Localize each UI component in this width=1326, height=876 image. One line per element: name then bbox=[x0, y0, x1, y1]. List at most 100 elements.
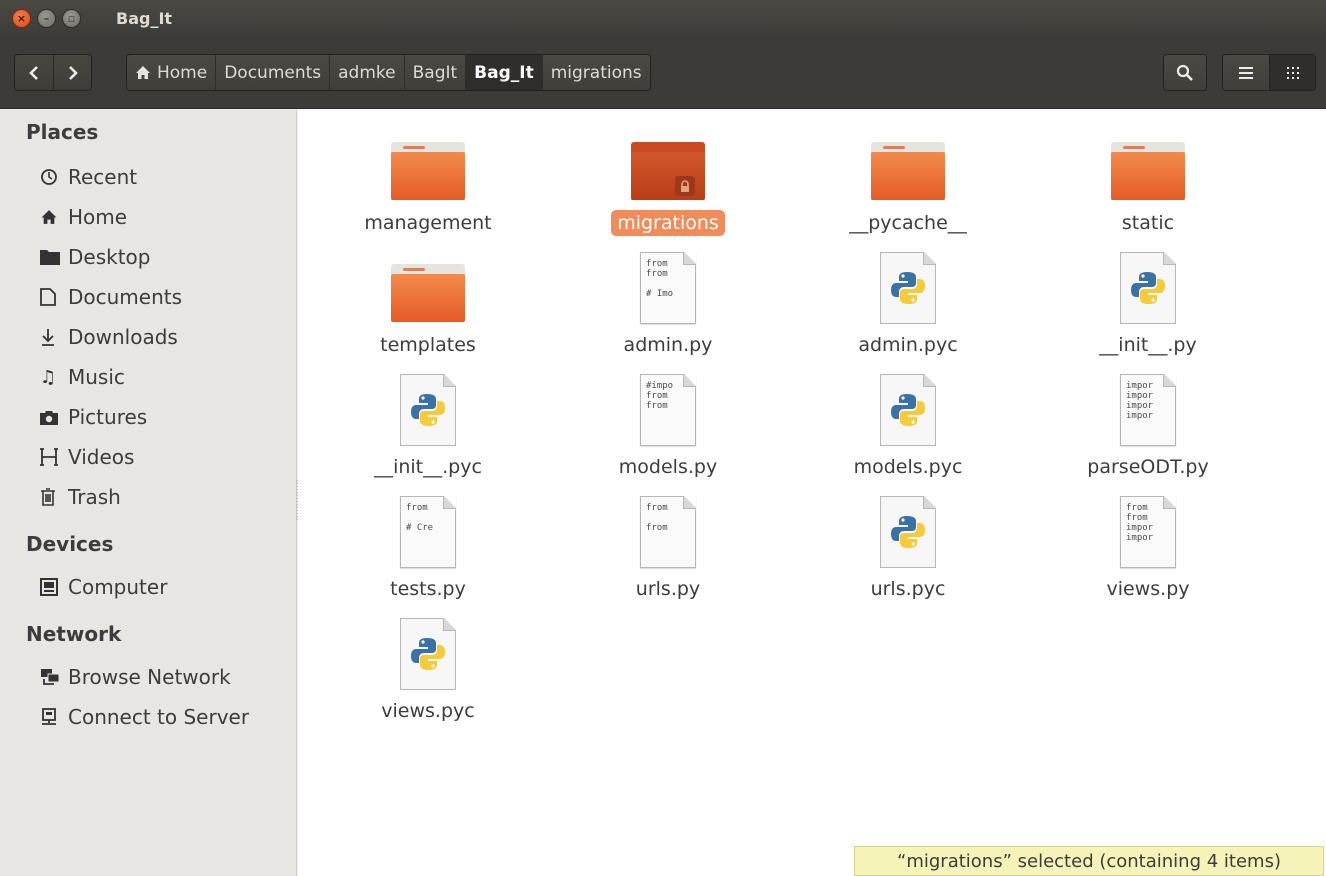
minimize-window-button[interactable]: – bbox=[37, 9, 56, 28]
text-preview: from # Cre bbox=[406, 503, 434, 533]
sidebar-item-label: Videos bbox=[68, 445, 135, 469]
file-name: urls.py bbox=[635, 578, 701, 600]
chevron-left-icon bbox=[29, 65, 38, 80]
sidebar-item-label: Documents bbox=[68, 285, 183, 309]
text-preview: from from # Imo bbox=[646, 259, 674, 299]
file-item-static[interactable]: static bbox=[1068, 122, 1228, 236]
sidebar-item-browse-network[interactable]: Browse Network bbox=[40, 662, 231, 692]
sidebar-item-connect-to-server[interactable]: Connect to Server bbox=[40, 702, 249, 732]
network-heading: Network bbox=[26, 622, 122, 646]
sidebar-item-label: Desktop bbox=[68, 245, 151, 269]
camera-icon bbox=[40, 410, 68, 425]
maximize-icon: ▫ bbox=[67, 12, 76, 25]
breadcrumb-label: BagIt bbox=[412, 62, 458, 83]
python-icon bbox=[1120, 252, 1176, 324]
sidebar-item-label: Computer bbox=[68, 575, 168, 599]
document-icon bbox=[40, 288, 68, 306]
file-item-parseodt-py[interactable]: impor impor impor impor parseODT.py bbox=[1068, 366, 1228, 480]
sidebar-item-label: Home bbox=[68, 205, 128, 229]
sidebar-item-downloads[interactable]: Downloads bbox=[40, 322, 178, 352]
breadcrumb-bagit[interactable]: BagIt bbox=[403, 55, 466, 90]
breadcrumb-label: admke bbox=[338, 62, 396, 83]
sidebar-item-desktop[interactable]: Desktop bbox=[40, 242, 150, 272]
breadcrumb-bag-it[interactable]: Bag_It bbox=[465, 55, 542, 90]
sidebar-item-label: Browse Network bbox=[68, 665, 231, 689]
file-item-templates[interactable]: templates bbox=[348, 244, 508, 358]
text-file-icon: from # Cre bbox=[400, 496, 456, 568]
file-item-models-py[interactable]: #impo from from models.py bbox=[588, 366, 748, 480]
computer-icon bbox=[40, 578, 68, 596]
breadcrumb-documents[interactable]: Documents bbox=[215, 55, 329, 90]
file-item-views-py[interactable]: from from impor impor views.py bbox=[1068, 488, 1228, 602]
close-window-button[interactable]: × bbox=[12, 9, 31, 28]
sidebar-item-computer[interactable]: Computer bbox=[40, 572, 167, 602]
list-view-button[interactable] bbox=[1223, 55, 1269, 90]
maximize-window-button[interactable]: ▫ bbox=[62, 9, 81, 28]
list-view-icon bbox=[1239, 66, 1253, 79]
file-name: admin.pyc bbox=[858, 334, 958, 356]
text-file-icon: from from impor impor bbox=[1120, 496, 1176, 568]
file-item-views-pyc[interactable]: views.pyc bbox=[348, 610, 508, 724]
search-button[interactable] bbox=[1163, 54, 1207, 91]
music-icon: ♫ bbox=[40, 366, 57, 388]
python-icon bbox=[400, 618, 456, 690]
text-preview: from from bbox=[646, 503, 668, 533]
sidebar-item-label: Downloads bbox=[68, 325, 178, 349]
sidebar-item-label: Trash bbox=[68, 485, 121, 509]
back-button[interactable] bbox=[15, 55, 53, 90]
file-item-pycache[interactable]: __pycache__ bbox=[828, 122, 988, 236]
breadcrumb-label: Documents bbox=[224, 62, 322, 83]
sidebar-item-trash[interactable]: Trash bbox=[40, 482, 121, 512]
text-preview: impor impor impor impor bbox=[1126, 381, 1154, 421]
file-name: management bbox=[364, 212, 492, 234]
file-item-init-py[interactable]: __init__.py bbox=[1068, 244, 1228, 358]
file-item-init-pyc[interactable]: __init__.pyc bbox=[348, 366, 508, 480]
home-icon bbox=[136, 66, 150, 79]
breadcrumb-home[interactable]: Home bbox=[127, 55, 215, 90]
folder-icon bbox=[391, 264, 465, 322]
sidebar-item-pictures[interactable]: Pictures bbox=[40, 402, 147, 432]
file-item-urls-pyc[interactable]: urls.pyc bbox=[828, 488, 988, 602]
server-icon bbox=[40, 708, 68, 726]
breadcrumb-admke[interactable]: admke bbox=[329, 55, 403, 90]
network-icon bbox=[40, 668, 68, 686]
sidebar-item-music[interactable]: ♫ Music bbox=[40, 362, 125, 392]
sidebar-item-recent[interactable]: Recent bbox=[40, 162, 137, 192]
file-name: __init__.pyc bbox=[374, 456, 482, 478]
devices-heading: Devices bbox=[26, 532, 114, 556]
navigation-buttons bbox=[14, 54, 92, 91]
text-preview: #impo from from bbox=[646, 381, 674, 411]
window-title: Bag_It bbox=[116, 9, 173, 28]
sidebar-item-videos[interactable]: Videos bbox=[40, 442, 134, 472]
file-name: migrations bbox=[611, 210, 725, 236]
places-heading: Places bbox=[26, 120, 99, 144]
file-item-tests-py[interactable]: from # Cre tests.py bbox=[348, 488, 508, 602]
grid-view-button[interactable] bbox=[1269, 55, 1315, 90]
file-item-urls-py[interactable]: from from urls.py bbox=[588, 488, 748, 602]
text-file-icon: from from bbox=[640, 496, 696, 568]
python-icon bbox=[880, 252, 936, 324]
trash-icon bbox=[40, 488, 68, 506]
chevron-right-icon bbox=[68, 65, 78, 80]
file-name: views.pyc bbox=[381, 700, 475, 722]
file-item-migrations[interactable]: migrations bbox=[588, 122, 748, 236]
minimize-icon: – bbox=[43, 12, 50, 25]
file-item-models-pyc[interactable]: models.pyc bbox=[828, 366, 988, 480]
folder-icon bbox=[391, 142, 465, 200]
search-icon bbox=[1176, 64, 1193, 81]
folder-icon bbox=[1111, 142, 1185, 200]
breadcrumb-label: Home bbox=[157, 62, 208, 83]
forward-button[interactable] bbox=[53, 55, 91, 90]
file-item-admin-pyc[interactable]: admin.pyc bbox=[828, 244, 988, 358]
file-item-admin-py[interactable]: from from # Imo admin.py bbox=[588, 244, 748, 358]
sidebar-item-documents[interactable]: Documents bbox=[40, 282, 182, 312]
file-name: urls.pyc bbox=[870, 578, 946, 600]
grid-view-icon bbox=[1286, 66, 1299, 79]
breadcrumb-migrations[interactable]: migrations bbox=[541, 55, 650, 90]
file-item-management[interactable]: management bbox=[348, 122, 508, 236]
clock-icon bbox=[40, 168, 68, 186]
file-name: models.py bbox=[618, 456, 718, 478]
close-icon: × bbox=[16, 12, 27, 25]
sidebar-item-home[interactable]: Home bbox=[40, 202, 127, 232]
text-file-icon: #impo from from bbox=[640, 374, 696, 446]
